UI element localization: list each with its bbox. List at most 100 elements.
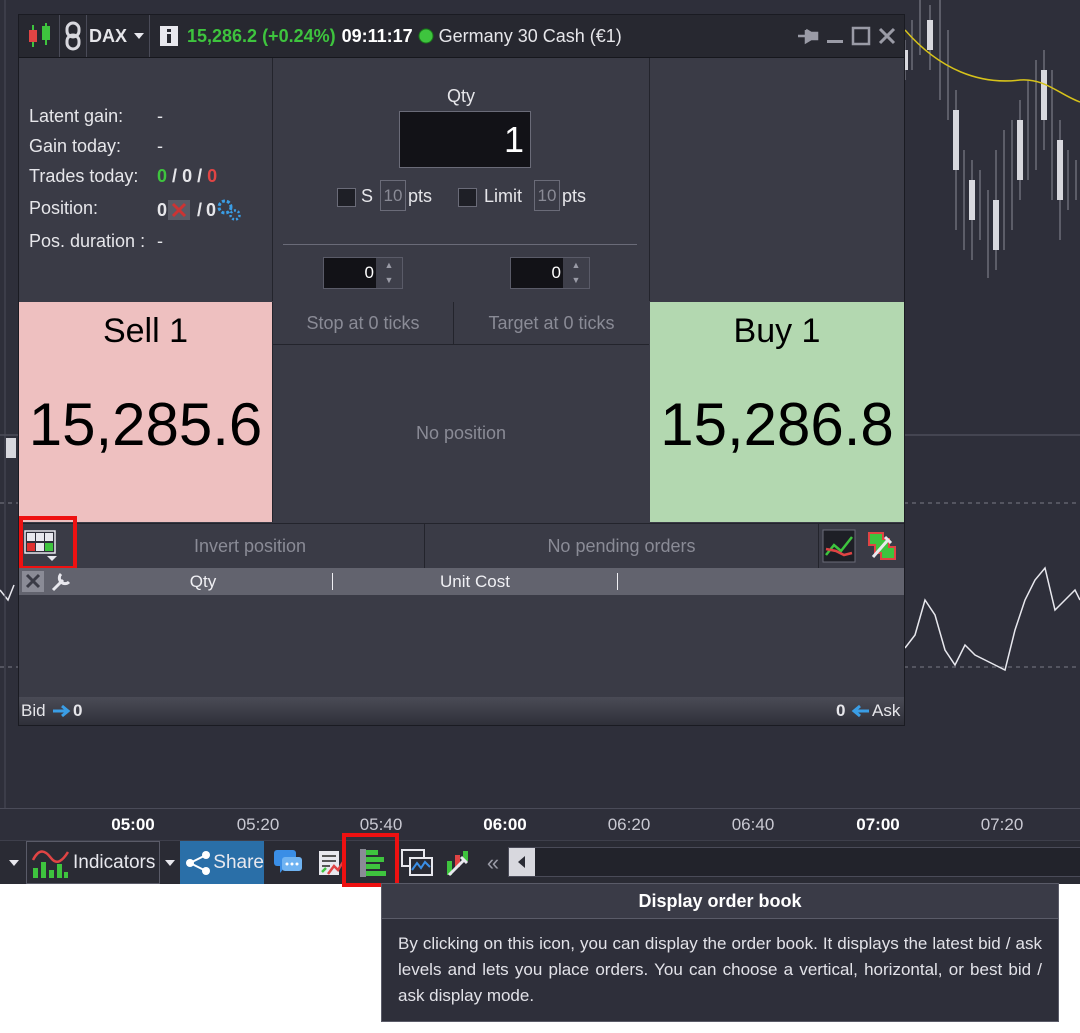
chart-line-icon [822,529,856,563]
stepper-up-icon[interactable]: ▲ [376,258,402,273]
gain-today-value: - [157,136,163,156]
link-button[interactable] [59,15,87,57]
caret-down-icon [134,33,145,39]
caret-down-icon [165,859,175,866]
column-header-qty[interactable]: Qty [75,568,331,595]
candlestick-icon [29,23,50,47]
limit-unit: pts [562,186,587,206]
buy-button[interactable]: Buy 1 15,286.8 [650,302,904,522]
arrow-left-icon [851,704,869,718]
cancel-all-button[interactable] [21,570,45,593]
target-ticks-tab[interactable]: Target at 0 ticks [454,302,649,344]
indicators-button[interactable]: Indicators [26,841,160,884]
stepper-down-icon[interactable]: ▼ [563,273,589,288]
instrument-info-button[interactable] [159,15,181,57]
limit-pts-input[interactable]: 10 [534,180,560,211]
table-settings-button[interactable] [49,570,73,593]
quantity-input[interactable]: 1 [399,111,531,168]
bid-label: Bid [21,701,46,720]
indicators-label: Indicators [73,851,156,873]
indicators-dropdown[interactable] [161,841,179,884]
scroll-left-button[interactable] [509,848,535,876]
share-label: Share [213,851,264,873]
position-left-value: 0 [157,199,168,220]
qty-label: Qty [446,86,475,106]
time-tick: 06:40 [731,815,775,834]
share-icon [186,850,210,875]
time-tick: 05:40 [359,815,403,834]
order-parameters: Qty 1 S 10 pts Limit 10 pts 0 ▲ ▼ 0 ▲ ▼ [273,58,650,301]
target-ticks-stepper[interactable]: 0 ▲ ▼ [510,257,590,289]
ask-label: Ask [872,701,901,720]
close-position-icon[interactable] [167,199,191,221]
toolbar-scrollbar[interactable] [508,847,1080,877]
trading-panel: DAX 15,286.2 (+0.24%) 09:11:17 Germany 3… [18,14,905,726]
stepper-up-icon[interactable]: ▲ [563,258,589,273]
trade-settings-button[interactable] [442,841,476,884]
stop-checkbox[interactable] [337,188,356,207]
symbol-selector[interactable]: DAX [89,15,150,57]
collapse-toolbar-button[interactable]: « [480,841,506,884]
chat-button[interactable] [270,841,306,884]
trades-today-label: Trades today: [29,166,139,186]
minimize-button[interactable] [823,15,847,57]
position-label: Position: [29,198,99,218]
price-change: 15,286.2 (+0.24%) [187,25,336,46]
panel-titlebar[interactable]: DAX 15,286.2 (+0.24%) 09:11:17 Germany 3… [19,15,904,58]
chart-window-icon [401,848,433,876]
time-axis: 05:00 05:20 05:40 06:00 06:20 06:40 07:0… [0,808,1080,841]
limit-checkbox[interactable] [458,188,477,207]
pin-button[interactable] [795,15,821,57]
time-tick: 06:20 [607,815,651,834]
stop-label: S [361,186,374,206]
wrench-puzzle-icon [868,532,896,560]
info-icon [160,26,178,46]
toolbar-menu-dropdown[interactable] [4,841,24,884]
order-book-mode-highlight [19,516,77,570]
stop-target-tabs: Stop at 0 ticks Target at 0 ticks [273,302,649,345]
sell-button[interactable]: Sell 1 15,285.6 [19,302,273,522]
stepper-down-icon[interactable]: ▼ [376,273,402,288]
actions-bar: Invert position No pending orders [19,523,904,569]
pending-orders-status: No pending orders [547,536,696,556]
target-ticks-value: 0 [551,263,561,282]
wrench-chart-icon [447,850,469,876]
chart-trades-button[interactable] [822,529,856,563]
market-open-icon [418,28,434,44]
stop-ticks-stepper[interactable]: 0 ▲ ▼ [323,257,403,289]
order-settings-button[interactable] [865,529,899,563]
position-value: 0 / 0 [157,198,242,222]
triangle-left-icon [518,856,525,868]
maximize-button[interactable] [849,15,873,57]
close-button[interactable] [875,15,899,57]
column-header-unit-cost[interactable]: Unit Cost [333,568,617,595]
chain-link-icon [65,21,81,51]
arrow-right-icon [53,704,71,718]
position-separator: / [197,199,203,220]
clock-time: 09:11:17 [341,25,413,46]
minimize-icon [827,40,843,43]
pin-icon [798,28,819,45]
double-chevron-left-icon: « [486,849,500,875]
position-right-value: 0 [206,199,217,220]
position-status: No position [415,423,507,443]
chart-window-button[interactable] [398,841,436,884]
instrument-type-button[interactable] [23,15,57,57]
trades-separator: / [172,166,178,186]
stop-pts-input[interactable]: 10 [380,180,406,211]
bid-ask-bar: Bid 0 0 Ask [19,697,904,725]
trades-separator: / [197,166,203,186]
time-tick: 07:00 [856,815,900,834]
stop-unit: pts [408,186,433,206]
close-position-icon [22,571,44,592]
latent-gain-value: - [157,106,163,126]
gears-icon[interactable] [216,198,242,222]
close-icon [878,27,896,45]
trades-even: 0 [182,166,193,186]
time-tick: 05:00 [111,815,155,834]
stop-ticks-tab[interactable]: Stop at 0 ticks [273,302,454,344]
tooltip-title: Display order book [382,884,1058,919]
share-button[interactable]: Share [180,841,264,884]
empty-area [650,58,904,301]
invert-position-button[interactable]: Invert position [76,524,424,568]
